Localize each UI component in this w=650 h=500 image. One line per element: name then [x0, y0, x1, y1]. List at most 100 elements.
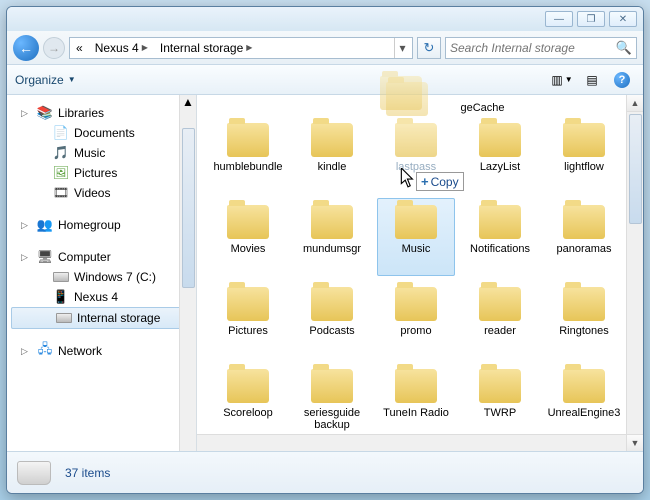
- folder-icon: [479, 123, 521, 157]
- folder-icon: [227, 123, 269, 157]
- tree-libraries[interactable]: ▷📚Libraries: [7, 103, 196, 123]
- folder-item[interactable]: reader: [461, 280, 539, 358]
- expand-icon[interactable]: ▷: [21, 252, 28, 263]
- toolbar: Organize ▼ ▥▼ ▤ ?: [7, 65, 643, 95]
- folder-label: Movies: [231, 243, 266, 256]
- folder-icon: [563, 123, 605, 157]
- breadcrumb-segment[interactable]: Internal storage▶: [156, 38, 257, 58]
- search-input[interactable]: [450, 41, 616, 55]
- content-scrollbar-v[interactable]: ▲ ▼: [626, 95, 643, 451]
- folder-label: TWRP: [484, 407, 516, 420]
- tree-music[interactable]: 🎵Music: [7, 143, 196, 163]
- folder-item[interactable]: seriesguide backup: [293, 362, 371, 434]
- tree-network[interactable]: ▷🖧Network: [7, 341, 196, 361]
- scroll-thumb[interactable]: [629, 114, 642, 224]
- titlebar: — ❐ ✕: [7, 7, 643, 31]
- chevron-right-icon[interactable]: ▶: [246, 43, 252, 52]
- drive-icon: [53, 269, 69, 285]
- folder-item[interactable]: UnrealEngine3: [545, 362, 623, 434]
- folder-icon: [563, 205, 605, 239]
- folder-icon: [227, 205, 269, 239]
- folder-item[interactable]: LazyList: [461, 116, 539, 194]
- help-button[interactable]: ?: [609, 70, 635, 90]
- folder-label: mundumsgr: [303, 243, 361, 256]
- folder-item[interactable]: panoramas: [545, 198, 623, 276]
- folder-label: kindle: [318, 161, 347, 174]
- folder-item[interactable]: TWRP: [461, 362, 539, 434]
- folder-item[interactable]: mundumsgr: [293, 198, 371, 276]
- address-history-icon[interactable]: «: [72, 38, 87, 58]
- folder-item[interactable]: lightflow: [545, 116, 623, 194]
- tree-computer[interactable]: ▷🖥Computer: [7, 247, 196, 267]
- folder-item[interactable]: TuneIn Radio: [377, 362, 455, 434]
- expand-icon[interactable]: ▷: [21, 346, 28, 357]
- folder-icon: [227, 287, 269, 321]
- folder-label: lightflow: [564, 161, 604, 174]
- folder-icon: [479, 205, 521, 239]
- homegroup-icon: 👥: [37, 217, 53, 233]
- folder-icon: [395, 123, 437, 157]
- computer-icon: 🖥: [37, 249, 53, 265]
- expand-icon[interactable]: ▷: [21, 108, 28, 119]
- tree-pictures[interactable]: 🖼Pictures: [7, 163, 196, 183]
- folder-item[interactable]: Podcasts: [293, 280, 371, 358]
- address-dropdown-icon[interactable]: ▾: [394, 38, 410, 58]
- folder-item[interactable]: Scoreloop: [209, 362, 287, 434]
- search-box[interactable]: 🔍: [445, 37, 637, 59]
- view-button[interactable]: ▥▼: [549, 70, 575, 90]
- tree-videos[interactable]: 🎞Videos: [7, 183, 196, 203]
- content-scrollbar-h[interactable]: [197, 434, 626, 451]
- folder-item[interactable]: promo: [377, 280, 455, 358]
- folder-item[interactable]: Movies: [209, 198, 287, 276]
- forward-button[interactable]: →: [43, 37, 65, 59]
- chevron-down-icon: ▼: [565, 75, 573, 84]
- folder-item[interactable]: humblebundle: [209, 116, 287, 194]
- breadcrumb-segment[interactable]: Nexus 4▶: [91, 38, 152, 58]
- plus-icon: +: [421, 174, 429, 189]
- search-icon[interactable]: 🔍: [616, 40, 632, 56]
- folder-item[interactable]: Notifications: [461, 198, 539, 276]
- folder-item[interactable]: Pictures: [209, 280, 287, 358]
- expand-icon[interactable]: ▷: [21, 220, 28, 231]
- libraries-icon: 📚: [37, 105, 53, 121]
- folder-label: reader: [484, 325, 516, 338]
- scroll-up-icon[interactable]: ▲: [627, 95, 643, 112]
- scroll-thumb[interactable]: [182, 128, 195, 288]
- maximize-button[interactable]: ❐: [577, 11, 605, 27]
- nav-tree: ▷📚Libraries 📄Documents 🎵Music 🖼Pictures …: [7, 95, 197, 451]
- organize-menu[interactable]: Organize ▼: [15, 73, 76, 87]
- folder-item[interactable]: Ringtones: [545, 280, 623, 358]
- refresh-button[interactable]: ↻: [417, 37, 441, 59]
- folder-icon: [311, 287, 353, 321]
- address-bar[interactable]: « Nexus 4▶ Internal storage▶ ▾: [69, 37, 413, 59]
- tree-drive-c[interactable]: Windows 7 (C:): [7, 267, 196, 287]
- folder-label: Music: [402, 243, 431, 256]
- folder-icon: [479, 287, 521, 321]
- folder-label: promo: [400, 325, 431, 338]
- folder-icon: [311, 369, 353, 403]
- drive-icon: [56, 310, 72, 326]
- music-icon: 🎵: [53, 145, 69, 161]
- folder-icon: [479, 369, 521, 403]
- folder-item[interactable]: kindle: [293, 116, 371, 194]
- minimize-button[interactable]: —: [545, 11, 573, 27]
- tree-documents[interactable]: 📄Documents: [7, 123, 196, 143]
- sidebar-scrollbar[interactable]: ▲: [179, 95, 196, 451]
- scroll-down-icon[interactable]: ▼: [627, 434, 643, 451]
- tree-nexus4[interactable]: 📱Nexus 4: [7, 287, 196, 307]
- preview-pane-button[interactable]: ▤: [579, 70, 605, 90]
- tree-homegroup[interactable]: ▷👥Homegroup: [7, 215, 196, 235]
- close-button[interactable]: ✕: [609, 11, 637, 27]
- document-icon: 📄: [53, 125, 69, 141]
- pictures-icon: 🖼: [53, 165, 69, 181]
- tree-internal-storage[interactable]: Internal storage: [11, 307, 192, 329]
- folder-label: seriesguide backup: [294, 407, 370, 432]
- scroll-up-icon[interactable]: ▲: [182, 95, 194, 109]
- folder-label: Ringtones: [559, 325, 609, 338]
- folder-item[interactable]: Music: [377, 198, 455, 276]
- videos-icon: 🎞: [53, 185, 69, 201]
- file-pane[interactable]: geCache humblebundlekindlelastpassLazyLi…: [197, 95, 643, 451]
- chevron-right-icon[interactable]: ▶: [142, 43, 148, 52]
- folder-item[interactable]: geCache: [444, 101, 522, 116]
- back-button[interactable]: ←: [13, 35, 39, 61]
